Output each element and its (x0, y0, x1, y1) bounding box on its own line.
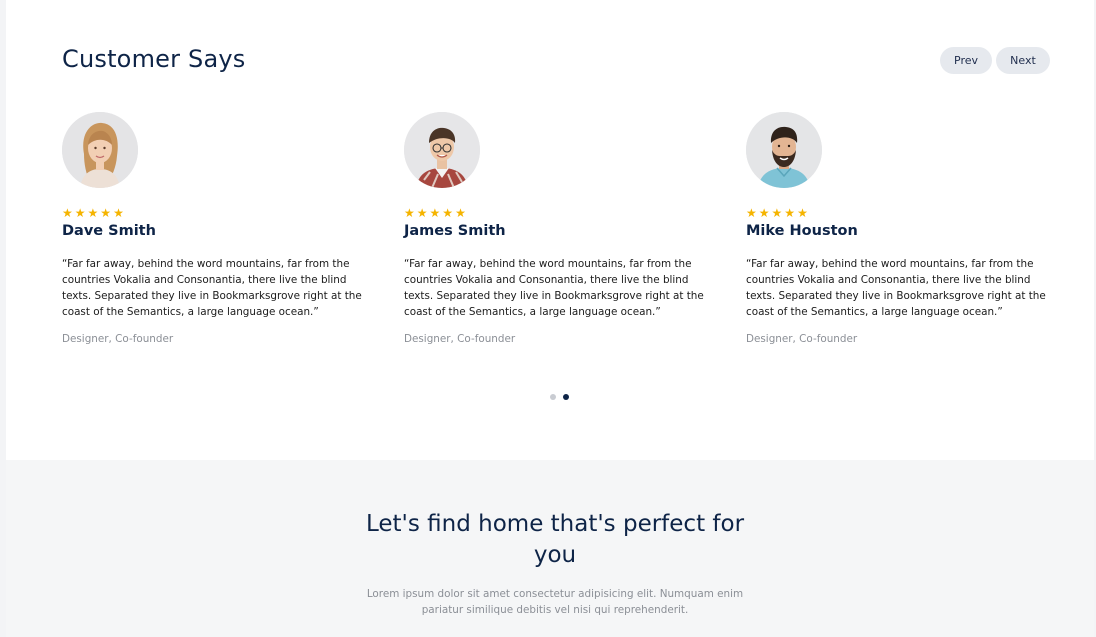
cta-heading-line: you (533, 542, 577, 568)
testimonial-card: ★ ★ ★ ★ ★ Dave Smith “Far far away, behi… (62, 112, 372, 345)
quote-line: “Far far away, behind the word mountains… (746, 258, 1034, 270)
carousel-pagination (550, 394, 569, 400)
person-role: Designer, Co-founder (746, 333, 858, 345)
man-glasses-portrait-icon (404, 112, 480, 188)
star-icon: ★ (113, 206, 124, 220)
testimonial-quote: “Far far away, behind the word mountains… (404, 256, 710, 320)
quote-line: countries Vokalia and Consonantia, there… (404, 274, 689, 286)
cta-description-line: pariatur similique debitis vel nisi qui … (421, 604, 689, 616)
person-role: Designer, Co-founder (404, 333, 516, 345)
person-name: James Smith (404, 223, 506, 239)
star-icon: ★ (74, 206, 86, 220)
pagination-dot[interactable] (550, 394, 556, 400)
rating-stars: ★ ★ ★ ★ ★ (404, 207, 714, 219)
quote-line: texts. Separated they live in Bookmarksg… (746, 290, 1046, 302)
person-name: Mike Houston (746, 223, 858, 239)
star-icon: ★ (62, 206, 73, 220)
rating-stars: ★ ★ ★ ★ ★ (746, 207, 1056, 219)
testimonial-card: ★ ★ ★ ★ ★ Mike Houston “Far far away, be… (746, 112, 1056, 345)
prev-button[interactable]: Prev (940, 47, 992, 74)
man-beard-portrait-icon (746, 112, 822, 188)
person-role: Designer, Co-founder (62, 333, 174, 345)
star-icon: ★ (771, 206, 783, 220)
avatar (746, 112, 822, 188)
quote-line: texts. Separated they live in Bookmarksg… (404, 290, 704, 302)
star-icon: ★ (746, 206, 757, 220)
testimonial-quote: “Far far away, behind the word mountains… (746, 256, 1052, 320)
cta-section: Let's find home that's perfect for you L… (6, 460, 1094, 637)
quote-line: texts. Separated they live in Bookmarksg… (62, 290, 362, 302)
quote-line: countries Vokalia and Consonantia, there… (746, 274, 1031, 286)
rating-stars: ★ ★ ★ ★ ★ (62, 207, 372, 219)
quote-line: coast of the Semantics, a large language… (746, 306, 1003, 318)
quote-line: coast of the Semantics, a large language… (62, 306, 319, 318)
cta-description: Lorem ipsum dolor sit amet consectetur a… (6, 586, 1096, 618)
person-name: Dave Smith (62, 223, 156, 239)
star-icon: ★ (797, 206, 808, 220)
star-icon: ★ (455, 206, 466, 220)
cta-heading-line: Let's find home that's perfect for (365, 511, 745, 537)
next-button[interactable]: Next (996, 47, 1050, 74)
star-icon: ★ (404, 206, 415, 220)
quote-line: countries Vokalia and Consonantia, there… (62, 274, 347, 286)
star-icon: ★ (442, 206, 454, 220)
quote-line: “Far far away, behind the word mountains… (62, 258, 350, 270)
star-icon: ★ (87, 206, 99, 220)
star-icon: ★ (416, 206, 428, 220)
star-icon: ★ (758, 206, 770, 220)
star-icon: ★ (429, 206, 441, 220)
testimonial-quote: “Far far away, behind the word mountains… (62, 256, 368, 320)
cta-description-line: Lorem ipsum dolor sit amet consectetur a… (366, 588, 744, 600)
star-icon: ★ (784, 206, 796, 220)
quote-line: “Far far away, behind the word mountains… (404, 258, 692, 270)
pagination-dot-active[interactable] (563, 394, 569, 400)
avatar (62, 112, 138, 188)
avatar (404, 112, 480, 188)
cta-heading: Let's find home that's perfect for you (6, 509, 1096, 571)
star-icon: ★ (100, 206, 112, 220)
quote-line: coast of the Semantics, a large language… (404, 306, 661, 318)
testimonial-card: ★ ★ ★ ★ ★ James Smith “Far far away, beh… (404, 112, 714, 345)
section-title: Customer Says (62, 45, 246, 73)
woman-portrait-icon (62, 112, 138, 188)
testimonials-section: Customer Says Prev Next ★ ★ ★ ★ ★ Dave S… (6, 0, 1094, 460)
